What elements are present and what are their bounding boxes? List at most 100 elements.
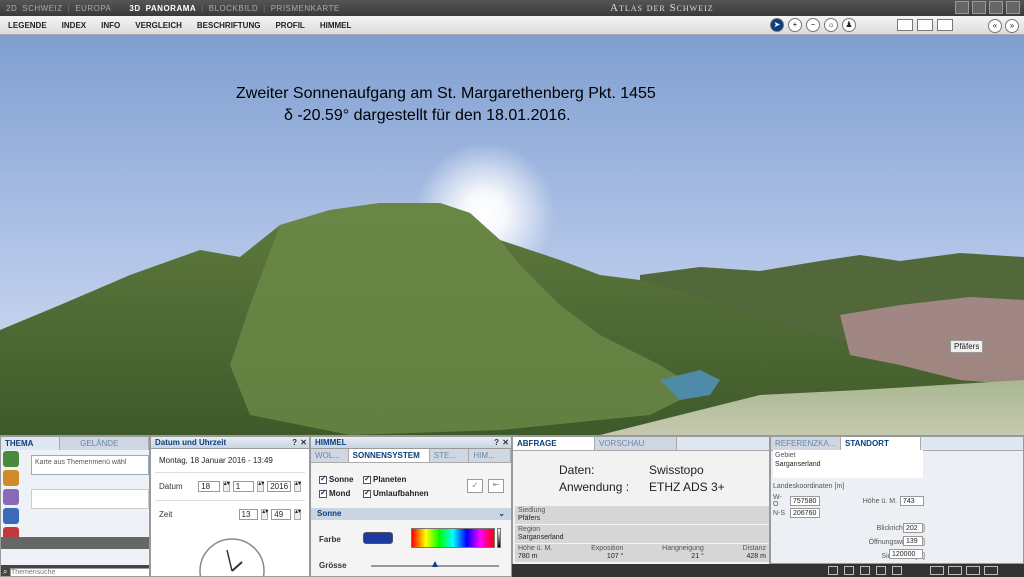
place-label[interactable]: Pfäfers [950, 340, 983, 353]
building-icon[interactable] [3, 508, 19, 524]
tab-gelaende[interactable]: GELÄNDE [60, 437, 149, 450]
mode-panorama[interactable]: PANORAMA [146, 4, 197, 13]
mode-schweiz[interactable]: SCHWEIZ [22, 4, 62, 13]
close-icon[interactable]: ✕ [502, 438, 509, 447]
color-swatch[interactable] [363, 532, 393, 544]
checkbox-icon [363, 476, 371, 484]
tab-vorschau[interactable]: VORSCHAU [595, 437, 677, 450]
menu-himmel[interactable]: HIMMEL [320, 21, 352, 30]
panorama-view[interactable]: Zweiter Sonnenaufgang am St. Margarethen… [0, 35, 1024, 435]
hour-field[interactable]: 13 [239, 509, 259, 520]
ns-label: N-S [773, 510, 787, 517]
minute-stepper[interactable]: ▴▾ [294, 509, 301, 520]
camera-icon[interactable] [860, 566, 870, 575]
tab-thema[interactable]: THEMA [1, 437, 60, 450]
settings-icon[interactable] [966, 566, 980, 575]
day-field[interactable]: 18 [198, 481, 220, 492]
checkbox-icon [363, 490, 371, 498]
reset-icon[interactable]: ⇤ [488, 479, 504, 493]
year-field[interactable]: 2016 [267, 481, 291, 492]
restore-icon[interactable] [989, 1, 1003, 14]
groesse-slider[interactable] [371, 565, 499, 567]
forward-icon[interactable]: » [1005, 19, 1019, 33]
sun-icon[interactable]: ☼ [824, 18, 838, 32]
oeff-field[interactable]: 139 [903, 536, 923, 546]
gear-icon[interactable] [3, 489, 19, 505]
copy-icon[interactable] [876, 566, 886, 575]
tab-sterne[interactable]: STE... [430, 449, 470, 462]
sicht-field[interactable]: 120000 [889, 549, 923, 559]
help-icon[interactable] [984, 566, 998, 575]
blick-field[interactable]: 202 [903, 523, 923, 533]
tab-wolken[interactable]: WOL... [311, 449, 349, 462]
home-icon[interactable] [892, 566, 902, 575]
info-anwendung-value: ETHZ ADS 3+ [649, 479, 749, 496]
minimize-icon[interactable] [955, 1, 969, 14]
tab-referenzkarte[interactable]: REFERENZKA... [771, 437, 841, 450]
pointer-icon[interactable]: ➤ [770, 18, 784, 32]
mode-blockbild[interactable]: BLOCKBILD [209, 4, 258, 13]
groesse-slider-thumb[interactable] [432, 561, 438, 567]
window-icon[interactable] [930, 566, 944, 575]
metric-hangneigung-value: 21 ° [662, 553, 704, 561]
box-icon[interactable] [937, 19, 953, 31]
thema-list[interactable] [31, 489, 149, 509]
standort-tabs: REFERENZKA... STANDORT [771, 437, 1023, 451]
tree-icon[interactable] [3, 451, 19, 467]
back-icon[interactable]: « [988, 19, 1002, 33]
mode-prismenkarte[interactable]: PRISMENKARTE [271, 4, 340, 13]
mode-europa[interactable]: EUROPA [75, 4, 111, 13]
close-icon[interactable]: ✕ [300, 438, 307, 447]
zoom-out-icon[interactable]: − [806, 18, 820, 32]
himmel-tabs: WOL... SONNENSYSTEM STE... HIM... [311, 449, 511, 463]
person-icon[interactable]: ♟ [842, 18, 856, 32]
mode-2d[interactable]: 2D [6, 4, 17, 13]
wo-field[interactable]: 757580 [790, 496, 820, 506]
sonne-section[interactable]: Sonne ⌄ [311, 508, 511, 520]
check-mond[interactable]: Mond [319, 489, 363, 498]
hoehe-field[interactable]: 743 [900, 496, 924, 506]
close-icon[interactable] [1006, 1, 1020, 14]
swap-icon[interactable] [948, 566, 962, 575]
maximize-icon[interactable] [972, 1, 986, 14]
menu-info[interactable]: INFO [101, 21, 120, 30]
check-planeten[interactable]: Planeten [363, 475, 453, 484]
tab-sonnensystem[interactable]: SONNENSYSTEM [349, 449, 430, 462]
mode-separator: | [263, 4, 266, 13]
menu-profil[interactable]: PROFIL [275, 21, 304, 30]
export-icon[interactable] [844, 566, 854, 575]
people-icon[interactable] [3, 470, 19, 486]
window-icon[interactable] [897, 19, 913, 31]
himmel-panel: HIMMEL ? ✕ WOL... SONNENSYSTEM STE... HI… [310, 436, 512, 577]
menu-vergleich[interactable]: VERGLEICH [135, 21, 182, 30]
month-stepper[interactable]: ▴▾ [257, 481, 264, 492]
help-icon[interactable]: ? [494, 438, 499, 447]
check-sonne[interactable]: Sonne [319, 475, 363, 484]
year-stepper[interactable]: ▴▾ [294, 481, 301, 492]
hour-stepper[interactable]: ▴▾ [261, 509, 268, 520]
month-field[interactable]: 1 [233, 481, 255, 492]
split-icon[interactable] [917, 19, 933, 31]
tab-standort[interactable]: STANDORT [841, 437, 921, 450]
menu-beschriftung[interactable]: BESCHRIFTUNG [197, 21, 261, 30]
check-umlaufbahnen[interactable]: Umlaufbahnen [363, 489, 453, 498]
brightness-slider[interactable] [497, 528, 501, 548]
help-icon[interactable]: ? [292, 438, 297, 447]
tab-abfrage[interactable]: ABFRAGE [513, 437, 595, 450]
print-icon[interactable] [828, 566, 838, 575]
zoom-in-icon[interactable]: + [788, 18, 802, 32]
mode-3d[interactable]: 3D [129, 4, 140, 13]
color-picker[interactable] [411, 528, 495, 548]
thema-icons [3, 451, 25, 543]
menu-index[interactable]: INDEX [62, 21, 86, 30]
menu-legende[interactable]: LEGENDE [8, 21, 47, 30]
info-daten-value: Swisstopo [649, 462, 749, 479]
wo-label: W-O [773, 494, 787, 508]
gebiet-box: Gebiet Sarganserland [773, 450, 923, 478]
mode-gap [116, 4, 124, 13]
tab-himmel[interactable]: HIM... [469, 449, 511, 462]
day-stepper[interactable]: ▴▾ [223, 481, 230, 492]
ns-field[interactable]: 206760 [790, 508, 820, 518]
minute-field[interactable]: 49 [271, 509, 291, 520]
apply-icon[interactable]: ✓ [467, 479, 483, 493]
